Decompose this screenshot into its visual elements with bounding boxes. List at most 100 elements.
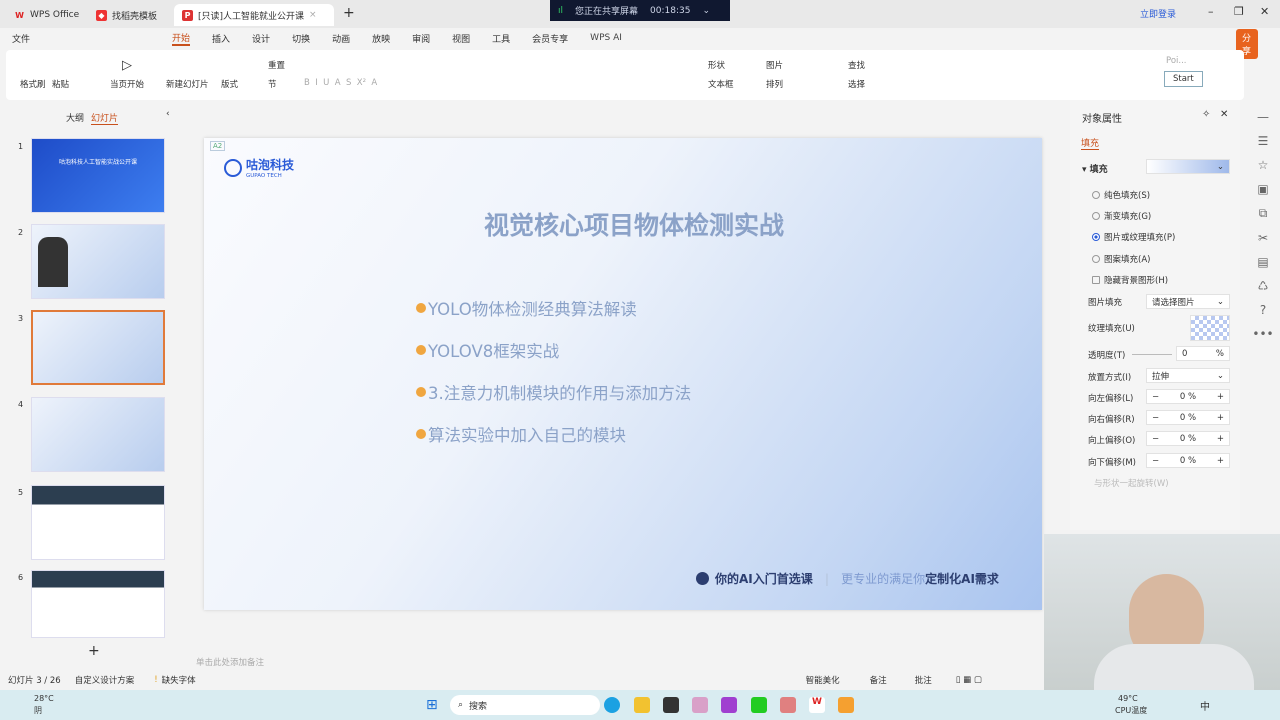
offset-top-stepper[interactable]: −0 % + <box>1146 431 1230 446</box>
slide-thumbnail-3[interactable] <box>31 310 165 385</box>
properties-icon[interactable]: ☰ <box>1258 134 1269 148</box>
shape-button[interactable]: 形状 <box>708 59 725 71</box>
slide-canvas[interactable]: A2 咕泡科技 GUPAO TECH 视觉核心项目物体检测实战 YOLO物体检测经… <box>204 138 1042 610</box>
slide-thumbnail-6[interactable] <box>31 570 165 638</box>
offset-bottom-stepper[interactable]: −0 % + <box>1146 453 1230 468</box>
radio-gradient-fill[interactable]: 渐变填充(G) <box>1092 210 1151 222</box>
slide-thumbnail-1[interactable]: 咕泡科技人工智能实战公开课 <box>31 138 165 213</box>
app-icon[interactable] <box>692 697 708 713</box>
picture-fill-dropdown[interactable]: 请选择图片 ⌄ <box>1146 294 1230 309</box>
transparency-slider[interactable] <box>1132 354 1172 355</box>
tab-outline[interactable]: 大纲 <box>66 111 84 124</box>
texture-fill-dropdown[interactable] <box>1190 315 1230 341</box>
select-button[interactable]: 选择 <box>848 78 865 90</box>
find-button[interactable]: 查找 <box>848 59 865 71</box>
textbox-button[interactable]: 文本框 <box>708 78 734 90</box>
radio-picture-fill[interactable]: 图片或纹理填充(P) <box>1092 231 1175 243</box>
menu-home[interactable]: 开始 <box>172 31 191 46</box>
play-current-button[interactable]: 当页开始 <box>110 78 144 90</box>
bullet-item: YOLO物体检测经典算法解读 <box>416 296 637 320</box>
layout-button[interactable]: 版式 <box>221 78 238 90</box>
new-slide-button[interactable]: 新建幻灯片 <box>166 78 209 90</box>
menu-tools[interactable]: 工具 <box>492 32 510 45</box>
close-panel-icon[interactable]: ✕ <box>1220 109 1228 120</box>
help-icon[interactable]: ? <box>1260 303 1266 317</box>
terminal-icon[interactable] <box>663 697 679 713</box>
shirt-icon[interactable]: ♺ <box>1258 279 1269 293</box>
reset-button[interactable]: 重置 <box>268 59 285 71</box>
new-tab-button[interactable]: + <box>343 5 355 21</box>
tab-slides[interactable]: 幻灯片 <box>91 111 119 125</box>
menu-transition[interactable]: 切换 <box>292 32 310 45</box>
radio-solid-fill[interactable]: 纯色填充(S) <box>1092 189 1150 201</box>
wps-taskbar-icon[interactable]: W <box>809 697 825 713</box>
format-painter-button[interactable]: 格式刷 <box>20 78 46 90</box>
menu-view[interactable]: 视图 <box>452 32 470 45</box>
menu-animation[interactable]: 动画 <box>332 32 350 45</box>
menu-wps-ai[interactable]: WPS AI <box>590 33 622 43</box>
app-icon-3[interactable] <box>838 697 854 713</box>
close-window-button[interactable]: ✕ <box>1260 5 1269 18</box>
beautify-button[interactable]: 智能美化 <box>806 674 840 686</box>
slide-thumbnail-5[interactable] <box>31 485 165 560</box>
minus-icon[interactable]: — <box>1257 110 1269 124</box>
app-icon-2[interactable] <box>721 697 737 713</box>
logo-icon <box>224 158 242 177</box>
placement-dropdown[interactable]: 拉伸 ⌄ <box>1146 368 1230 383</box>
maximize-button[interactable]: ❐ <box>1234 5 1244 18</box>
radio-pattern-fill[interactable]: 图案填充(A) <box>1092 253 1150 265</box>
hide-background-checkbox[interactable]: 隐藏背景图形(H) <box>1092 274 1168 286</box>
book-icon[interactable]: ▤ <box>1257 255 1268 269</box>
notes-input[interactable]: 单击此处添加备注 <box>196 656 264 668</box>
add-slide-button[interactable]: + <box>88 643 100 659</box>
tab-fill[interactable]: 填充 <box>1081 136 1100 150</box>
pycharm-icon[interactable] <box>751 697 767 713</box>
slide-thumbnail-4[interactable] <box>31 397 165 472</box>
paste-button[interactable]: 粘贴 <box>52 78 69 90</box>
tab-wps-office[interactable]: W WPS Office <box>6 4 87 26</box>
tab-presentation[interactable]: P [只读]人工智能就业公开课 × <box>174 4 334 26</box>
menu-insert[interactable]: 插入 <box>212 32 230 45</box>
transparency-input[interactable]: 0% <box>1176 346 1230 361</box>
menu-bar: 文件 开始 插入 设计 切换 动画 放映 审阅 视图 工具 会员专享 WPS A… <box>0 28 1280 59</box>
star-icon[interactable]: ☆ <box>1258 158 1269 172</box>
slide-thumbnail-2[interactable] <box>31 224 165 299</box>
menu-review[interactable]: 审阅 <box>412 32 430 45</box>
slides-icon[interactable]: ▣ <box>1257 182 1268 196</box>
ime-indicator[interactable]: 中 <box>1200 698 1210 713</box>
chevron-down-icon[interactable]: ⌄ <box>702 6 710 16</box>
section-button[interactable]: 节 <box>268 78 277 90</box>
edge-icon[interactable] <box>604 697 620 713</box>
panel-title: 对象属性 <box>1082 114 1122 125</box>
design-scheme-button[interactable]: 自定义设计方案 <box>75 674 135 686</box>
close-icon[interactable]: × <box>309 10 317 20</box>
menu-member[interactable]: 会员专享 <box>532 32 568 45</box>
transform-icon[interactable]: ⧉ <box>1259 206 1268 221</box>
tools-icon[interactable]: ✂ <box>1258 231 1268 245</box>
windows-start-icon[interactable]: ⊞ <box>426 697 438 713</box>
offset-left-stepper[interactable]: −0 % + <box>1146 389 1230 404</box>
fill-section[interactable]: ▾ 填充 <box>1082 162 1108 175</box>
missing-font-button[interactable]: 缺失字体 <box>162 674 196 686</box>
menu-design[interactable]: 设计 <box>252 32 270 45</box>
offset-right-stepper[interactable]: −0 % + <box>1146 410 1230 425</box>
normal-view-icon[interactable]: ▯ ▦ ▢ <box>956 675 982 685</box>
menu-file[interactable]: 文件 <box>12 32 30 45</box>
menu-slideshow[interactable]: 放映 <box>372 32 390 45</box>
arrange-button[interactable]: 排列 <box>766 78 783 90</box>
pin-icon[interactable]: ✧ <box>1202 109 1210 120</box>
explorer-icon[interactable] <box>634 697 650 713</box>
tab-docer[interactable]: ◆ 找稻壳模板 <box>88 4 165 26</box>
start-button[interactable]: Start <box>1164 71 1203 87</box>
minimize-button[interactable]: – <box>1208 5 1214 18</box>
more-icon[interactable]: ••• <box>1252 327 1273 341</box>
login-link[interactable]: 立即登录 <box>1140 7 1176 20</box>
paint-icon[interactable] <box>780 697 796 713</box>
taskbar-search[interactable]: ⌕ 搜索 <box>450 695 600 715</box>
picture-button[interactable]: 图片 <box>766 59 783 71</box>
notes-button[interactable]: 备注 <box>870 674 887 686</box>
weather-temp[interactable]: 28°C <box>34 694 54 703</box>
comment-button[interactable]: 批注 <box>915 674 932 686</box>
collapse-panel-icon[interactable]: ‹ <box>166 109 170 119</box>
fill-color-dropdown[interactable]: ⌄ <box>1146 159 1230 174</box>
